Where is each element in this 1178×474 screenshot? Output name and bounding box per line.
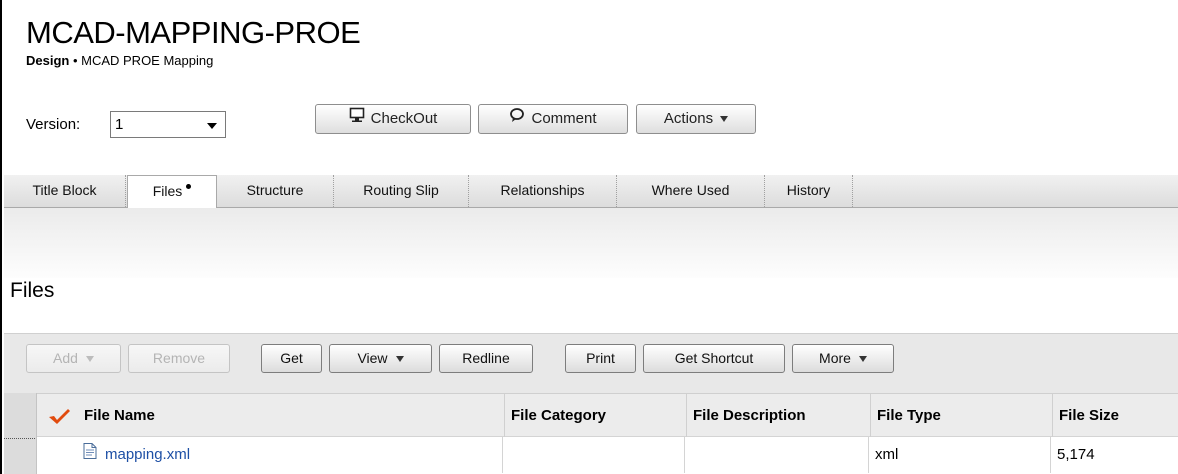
object-type: Design	[26, 53, 70, 68]
more-button[interactable]: More	[792, 344, 894, 373]
add-label: Add	[53, 350, 78, 366]
red-check-icon	[47, 407, 71, 425]
cell-file-type: xml	[868, 437, 1050, 473]
speech-bubble-icon	[509, 105, 525, 133]
tab-history[interactable]: History	[765, 175, 853, 207]
print-button[interactable]: Print	[565, 344, 636, 373]
tab-label: Where Used	[651, 182, 730, 198]
files-toolbar: Add Remove Get View Redline Print Get Sh…	[4, 333, 1178, 394]
document-icon	[83, 437, 97, 473]
print-label: Print	[586, 350, 615, 366]
tab-bar: Title Block Files Structure Routing Slip…	[4, 175, 1178, 209]
tab-label: Structure	[246, 182, 304, 198]
comment-label: Comment	[531, 110, 597, 127]
actions-button[interactable]: Actions	[636, 104, 756, 134]
active-dot-icon	[186, 184, 192, 189]
tab-label: Title Block	[32, 182, 97, 198]
column-header-file-name[interactable]: File Name	[81, 394, 504, 437]
chevron-down-icon	[395, 356, 404, 363]
tab-content-header	[4, 208, 1178, 278]
table-header: File Name File Category File Description…	[4, 393, 1178, 437]
tab-label: History	[786, 182, 831, 198]
cell-file-size: 5,174	[1050, 437, 1178, 473]
get-button[interactable]: Get	[261, 344, 322, 373]
column-header-file-type[interactable]: File Type	[870, 394, 1052, 437]
tab-routing-slip[interactable]: Routing Slip	[334, 175, 469, 207]
tab-title-block[interactable]: Title Block	[4, 175, 126, 207]
table-row[interactable]: mapping.xml xml 5,174	[37, 437, 1178, 473]
column-header-file-category[interactable]: File Category	[504, 394, 686, 437]
get-shortcut-button[interactable]: Get Shortcut	[643, 344, 785, 373]
column-header-file-size[interactable]: File Size	[1052, 394, 1178, 437]
chevron-down-icon	[720, 116, 729, 123]
subtitle-separator: •	[69, 53, 82, 68]
row-divider	[4, 438, 35, 439]
view-button[interactable]: View	[329, 344, 432, 373]
tab-where-used[interactable]: Where Used	[617, 175, 765, 207]
tab-files[interactable]: Files	[127, 175, 217, 209]
redline-button[interactable]: Redline	[439, 344, 533, 373]
chevron-down-icon	[207, 123, 217, 129]
get-shortcut-label: Get Shortcut	[674, 350, 754, 366]
monitor-icon	[349, 105, 365, 133]
object-description: MCAD PROE Mapping	[81, 53, 214, 68]
checkout-button[interactable]: CheckOut	[315, 104, 471, 134]
cell-file-name: mapping.xml	[37, 437, 502, 473]
app-frame: MCAD-MAPPING-PROE Design • MCAD PROE Map…	[0, 0, 1178, 474]
version-value: 1	[115, 116, 124, 133]
page-title: MCAD-MAPPING-PROE	[26, 15, 361, 50]
file-name-link[interactable]: mapping.xml	[105, 446, 190, 463]
actions-label: Actions	[663, 110, 714, 127]
comment-button[interactable]: Comment	[478, 104, 628, 134]
tab-label: Files	[152, 183, 183, 199]
view-label: View	[357, 350, 388, 366]
page-subtitle: Design • MCAD PROE Mapping	[26, 53, 213, 68]
tab-label: Routing Slip	[363, 182, 439, 198]
more-label: More	[819, 350, 851, 366]
version-label: Version:	[26, 116, 81, 133]
add-button[interactable]: Add	[26, 344, 121, 373]
tab-label: Relationships	[500, 182, 585, 198]
tab-relationships[interactable]: Relationships	[469, 175, 617, 207]
tab-structure[interactable]: Structure	[217, 175, 334, 207]
redline-label: Redline	[462, 350, 510, 366]
get-label: Get	[280, 350, 303, 366]
column-header-file-description[interactable]: File Description	[686, 394, 870, 437]
version-select[interactable]: 1	[110, 111, 226, 138]
checkout-label: CheckOut	[370, 110, 438, 127]
cell-file-category	[502, 437, 684, 473]
chevron-down-icon	[858, 356, 867, 363]
section-title: Files	[10, 279, 55, 302]
remove-label: Remove	[152, 350, 206, 366]
remove-button[interactable]: Remove	[128, 344, 230, 373]
row-gutter	[4, 393, 37, 474]
chevron-down-icon	[85, 356, 94, 363]
cell-file-description	[684, 437, 868, 473]
select-column-header[interactable]	[37, 394, 83, 437]
